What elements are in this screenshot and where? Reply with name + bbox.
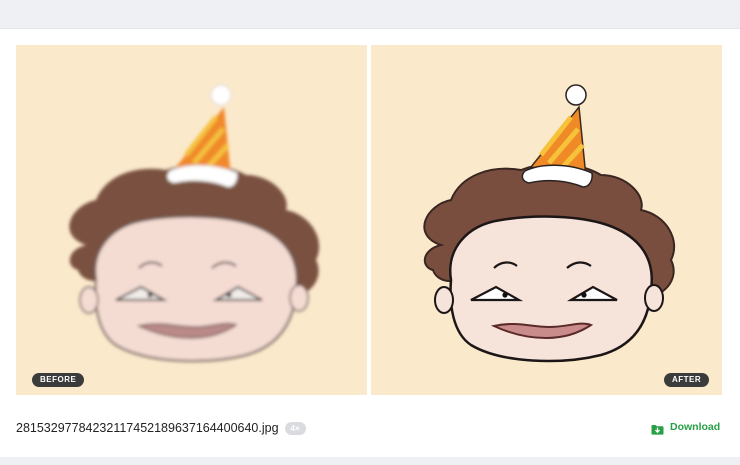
- before-image-panel: [16, 45, 367, 395]
- download-label: Download: [670, 421, 721, 433]
- before-label: BEFORE: [32, 373, 85, 387]
- scale-badge: 4×: [284, 421, 306, 435]
- after-label: AFTER: [664, 373, 710, 387]
- top-toolbar-strip: [0, 0, 740, 29]
- after-image-panel: [371, 45, 722, 395]
- after-image: [423, 84, 676, 363]
- folder-download-icon: [651, 422, 664, 435]
- before-image: [69, 84, 320, 362]
- bottom-divider-strip: [0, 457, 740, 465]
- download-button[interactable]: Download: [651, 418, 720, 436]
- file-info-row: 281532977842321174521896371644006​40.jpg…: [16, 418, 306, 438]
- file-name: 281532977842321174521896371644006​40.jpg: [16, 421, 279, 435]
